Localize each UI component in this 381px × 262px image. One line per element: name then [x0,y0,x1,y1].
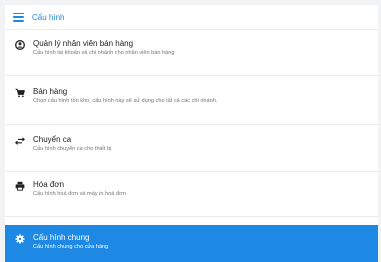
menu-item-desc: Chọn cấu hình tồn kho, cấu hình này sẽ s… [33,98,218,104]
menu-item-title: Hóa đơn [33,180,65,189]
settings-panel: Cấu hình Quản lý nhân viên bán hàng Cấu … [5,5,378,262]
menu-item-desc: Cấu hình chuyển ca cho thiết bị [33,146,112,152]
settings-title: Cấu hình [32,12,65,22]
menu-item-sales[interactable]: Bán hàng Chọn cấu hình tồn kho, cấu hình… [5,87,378,125]
menu-icon[interactable] [13,12,24,22]
menu-item-general-settings[interactable]: Cấu hình chung Cấu hình chung cho cửa hà… [5,225,378,262]
cart-icon [15,88,25,98]
swap-arrows-icon [15,137,25,145]
menu-item-desc: Cấu hình tài khoản và chi nhánh cho nhân… [33,50,175,56]
menu-item-title: Chuyển ca [33,135,72,144]
menu-item-invoice[interactable]: Hóa đơn Cấu hình hoá đơn và máy in hoá đ… [5,180,378,217]
menu-item-title: Bán hàng [33,87,68,96]
settings-header[interactable]: Cấu hình [5,5,378,30]
user-circle-icon [15,40,25,50]
menu-item-title: Cấu hình chung [33,233,90,242]
menu-item-desc: Cấu hình chung cho cửa hàng [33,244,109,250]
gear-icon [15,234,25,244]
printer-icon [15,181,25,191]
menu-item-title: Quản lý nhân viên bán hàng [33,39,134,48]
menu-item-sales-staff[interactable]: Quản lý nhân viên bán hàng Cấu hình tài … [5,39,378,76]
menu-item-desc: Cấu hình hoá đơn và máy in hoá đơn [33,191,126,197]
menu-item-shift-change[interactable]: Chuyển ca Cấu hình chuyển ca cho thiết b… [5,135,378,172]
